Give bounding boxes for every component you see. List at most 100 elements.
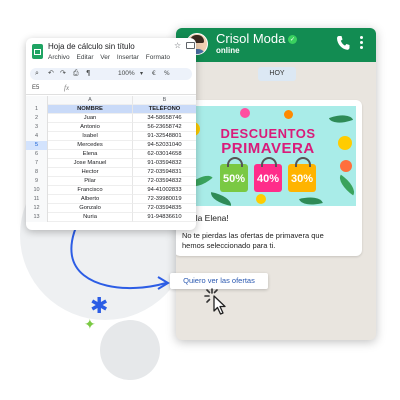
column-header-b[interactable]: B — [133, 96, 196, 105]
banner-subtitle: PRIMAVERA — [221, 140, 315, 157]
table-row: 3 Antonio 56-23658742 — [26, 123, 196, 132]
cell-phone[interactable]: 72-03594831 — [133, 168, 196, 177]
message-bubble: DESCUENTOS PRIMAVERA 50% 40% 30% ¡Hola E… — [176, 100, 362, 256]
paint-format-icon[interactable]: ¶ — [86, 69, 90, 77]
cell-reference[interactable]: E5 — [32, 85, 39, 91]
menu-item-formato[interactable]: Formato — [146, 54, 170, 61]
cell-name[interactable]: Hector — [48, 168, 133, 177]
search-icon[interactable]: ⌕ — [35, 69, 39, 78]
discount-badge: 40% — [254, 157, 282, 192]
table-row: 12 Gonzalo 72-03594835 — [26, 204, 196, 213]
table-row: 10 Francisco 94-41002833 — [26, 186, 196, 195]
contact-status: online — [216, 46, 240, 55]
undo-icon[interactable]: ↶ — [48, 69, 54, 77]
click-cursor-icon — [204, 288, 226, 315]
row-number[interactable]: 7 — [26, 159, 48, 168]
discount-badge: 30% — [288, 157, 316, 192]
cell-phone[interactable]: 62-03014658 — [133, 150, 196, 159]
spreadsheet-header: Hoja de cálculo sin título ☆ Archivo Edi… — [26, 38, 196, 68]
chat-header: Crisol Moda ✓ online — [176, 28, 376, 62]
cell-phone[interactable]: 56-23658742 — [133, 123, 196, 132]
discount-badge: 50% — [220, 157, 248, 192]
cell-name[interactable]: Elena — [48, 150, 133, 159]
row-number[interactable]: 3 — [26, 123, 48, 132]
sparkle-blue-icon: ✱ — [90, 294, 109, 319]
cell-phone[interactable]: 72-03594835 — [133, 204, 196, 213]
table-row: 11 Alberto 72-39980019 — [26, 195, 196, 204]
table-row: 13 Nuria 91-94836610 — [26, 213, 196, 222]
currency-icon[interactable]: € — [152, 70, 156, 77]
row-number[interactable]: 13 — [26, 213, 48, 222]
formula-bar: E5 fx — [26, 84, 196, 95]
cell-phone[interactable]: 91-03594832 — [133, 159, 196, 168]
table-row: 8 Hector 72-03594831 — [26, 168, 196, 177]
row-number[interactable]: 8 — [26, 168, 48, 177]
header-cell-name[interactable]: NOMBRE — [48, 105, 133, 114]
star-icon[interactable]: ☆ — [174, 41, 181, 50]
cell-name[interactable]: Pilar — [48, 177, 133, 186]
verified-icon: ✓ — [288, 35, 297, 44]
menu-item-ver[interactable]: Ver — [100, 54, 110, 61]
cell-name[interactable]: Juan — [48, 114, 133, 123]
cell-phone[interactable]: 94-52031040 — [133, 141, 196, 150]
cell-phone[interactable]: 72-03594832 — [133, 177, 196, 186]
promo-banner-image[interactable]: DESCUENTOS PRIMAVERA 50% 40% 30% — [180, 106, 356, 206]
cell-phone[interactable]: 72-39980019 — [133, 195, 196, 204]
cell-phone[interactable]: 34-58658746 — [133, 114, 196, 123]
redo-icon[interactable]: ↷ — [60, 69, 66, 77]
row-number[interactable]: 2 — [26, 114, 48, 123]
corner-cell[interactable] — [26, 96, 48, 105]
row-number[interactable]: 12 — [26, 204, 48, 213]
date-chip: HOY — [258, 67, 296, 81]
banner-title: DESCUENTOS — [220, 126, 316, 141]
sheets-logo-icon — [32, 44, 43, 59]
header-cell-phone[interactable]: TELÉFONO — [133, 105, 196, 114]
row-number[interactable]: 5 — [26, 141, 48, 150]
message-body: No te pierdas las ofertas de primavera q… — [182, 231, 324, 250]
cell-name[interactable]: Mercedes — [48, 141, 133, 150]
row-number[interactable]: 6 — [26, 150, 48, 159]
table-header-row: 1 NOMBRE TELÉFONO — [26, 105, 196, 114]
folder-icon[interactable] — [186, 42, 195, 49]
print-icon[interactable]: ⎙ — [73, 69, 79, 78]
menu-dots-icon[interactable] — [360, 36, 364, 52]
percent-icon[interactable]: % — [164, 70, 170, 77]
cell-name[interactable]: Nuria — [48, 213, 133, 222]
menu-item-archivo[interactable]: Archivo — [48, 54, 70, 61]
toolbar: ⌕ ↶ ↷ ⎙ ¶ 100% ▾ € % — [30, 68, 192, 80]
row-number[interactable]: 10 — [26, 186, 48, 195]
row-number[interactable]: 9 — [26, 177, 48, 186]
cell-name[interactable]: Isabel — [48, 132, 133, 141]
row-number[interactable]: 4 — [26, 132, 48, 141]
cell-phone[interactable]: 91-94836610 — [133, 213, 196, 222]
table-row: 4 Isabel 91-32548801 — [26, 132, 196, 141]
row-number[interactable]: 1 — [26, 105, 48, 114]
spreadsheet-window: Hoja de cálculo sin título ☆ Archivo Edi… — [26, 38, 196, 230]
row-number[interactable]: 11 — [26, 195, 48, 204]
cell-name[interactable]: Jose Manuel — [48, 159, 133, 168]
column-header-row: A B — [26, 96, 196, 105]
spreadsheet-title[interactable]: Hoja de cálculo sin título — [48, 42, 135, 51]
fx-label: fx — [64, 84, 70, 92]
zoom-select[interactable]: 100% — [118, 70, 135, 77]
cell-name[interactable]: Antonio — [48, 123, 133, 132]
cell-name[interactable]: Gonzalo — [48, 204, 133, 213]
sparkle-green-icon: ✦ — [84, 317, 96, 333]
column-header-a[interactable]: A — [48, 96, 133, 105]
table-row: 5 Mercedes 94-52031040 — [26, 141, 196, 150]
menu-bar: Archivo Editar Ver Insertar Formato — [48, 54, 175, 61]
background-circle-small — [100, 320, 160, 380]
table-row: 6 Elena 62-03014658 — [26, 150, 196, 159]
cell-phone[interactable]: 91-32548801 — [133, 132, 196, 141]
phone-icon[interactable] — [336, 35, 350, 51]
cell-phone[interactable]: 94-41002833 — [133, 186, 196, 195]
menu-item-insertar[interactable]: Insertar — [117, 54, 139, 61]
chevron-down-icon[interactable]: ▾ — [140, 70, 143, 77]
cell-name[interactable]: Alberto — [48, 195, 133, 204]
table-row: 2 Juan 34-58658746 — [26, 114, 196, 123]
table-row: 7 Jose Manuel 91-03594832 — [26, 159, 196, 168]
cell-name[interactable]: Francisco — [48, 186, 133, 195]
contact-name[interactable]: Crisol Moda — [216, 31, 285, 46]
table-row: 9 Pilar 72-03594832 — [26, 177, 196, 186]
menu-item-editar[interactable]: Editar — [77, 54, 94, 61]
